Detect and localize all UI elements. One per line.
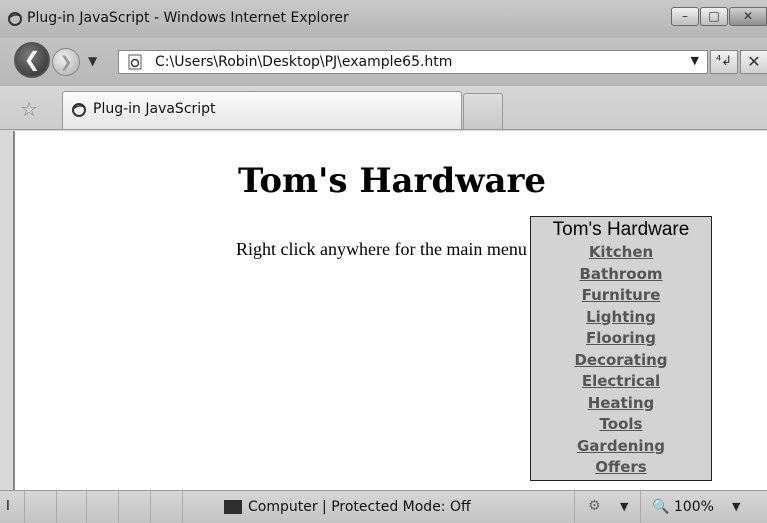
menu-item-electrical[interactable]: Electrical	[531, 371, 711, 393]
ie-tab-icon	[72, 103, 86, 117]
recent-pages-dropdown[interactable]: ▼	[88, 54, 97, 68]
context-menu: Tom's Hardware Kitchen Bathroom Furnitur…	[530, 216, 712, 481]
window-controls: – □ ✕	[670, 7, 767, 26]
status-text: I	[6, 499, 10, 514]
stop-button[interactable]: ✕	[740, 50, 767, 74]
close-button[interactable]: ✕	[729, 7, 767, 26]
back-button[interactable]: ❮	[14, 42, 50, 78]
context-menu-title: Tom's Hardware	[552, 219, 690, 240]
page-heading: Tom's Hardware	[237, 161, 547, 201]
back-arrow-icon: ❮	[23, 47, 41, 71]
favorites-star-icon[interactable]: ☆	[20, 97, 38, 121]
status-divider	[150, 491, 151, 523]
refresh-button[interactable]: ⁴↲	[710, 50, 738, 74]
tab-title: Plug-in JavaScript	[93, 101, 216, 117]
security-zone[interactable]: Computer | Protected Mode: Off	[248, 499, 471, 515]
status-divider	[574, 491, 575, 523]
browser-window: Plug-in JavaScript - Windows Internet Ex…	[0, 0, 767, 523]
status-divider	[56, 491, 57, 523]
menu-item-heating[interactable]: Heating	[531, 393, 711, 415]
tab-bar: ☆ Plug-in JavaScript	[0, 86, 767, 130]
menu-item-furniture[interactable]: Furniture	[531, 285, 711, 307]
status-divider	[86, 491, 87, 523]
new-tab-button[interactable]	[463, 93, 503, 129]
menu-item-decorating[interactable]: Decorating	[531, 350, 711, 372]
menu-item-offers[interactable]: Offers	[531, 457, 711, 479]
ie-logo-icon	[8, 12, 22, 26]
status-divider	[118, 491, 119, 523]
maximize-button[interactable]: □	[700, 7, 728, 26]
menu-item-tools[interactable]: Tools	[531, 414, 711, 436]
zoom-level[interactable]: 🔍 100%	[652, 499, 714, 515]
status-divider	[640, 491, 641, 523]
page-icon	[128, 54, 142, 70]
menu-item-bathroom[interactable]: Bathroom	[531, 264, 711, 286]
url-text: C:\Users\Robin\Desktop\PJ\example65.htm	[155, 54, 453, 70]
page-content[interactable]: Tom's Hardware Right click anywhere for …	[13, 131, 767, 490]
status-divider	[182, 491, 183, 523]
status-bar: I Computer | Protected Mode: Off ⚙ ▼ 🔍 1…	[0, 490, 767, 523]
zoom-dropdown-icon[interactable]: ▼	[732, 500, 740, 513]
minimize-button[interactable]: –	[671, 7, 699, 26]
status-divider	[24, 491, 25, 523]
address-dropdown-icon[interactable]: ▼	[691, 54, 699, 67]
menu-item-gardening[interactable]: Gardening	[531, 436, 711, 458]
address-bar[interactable]: C:\Users\Robin\Desktop\PJ\example65.htm …	[118, 50, 708, 74]
menu-item-kitchen[interactable]: Kitchen	[531, 242, 711, 264]
menu-item-lighting[interactable]: Lighting	[531, 307, 711, 329]
navigation-bar: ❮ ❯ ▼ C:\Users\Robin\Desktop\PJ\example6…	[0, 38, 767, 86]
title-bar: Plug-in JavaScript - Windows Internet Ex…	[0, 0, 767, 38]
minimize-icon: –	[682, 9, 688, 23]
close-icon: ✕	[742, 9, 754, 23]
forward-arrow-icon: ❯	[59, 53, 73, 71]
addons-dropdown-icon[interactable]: ▼	[620, 500, 628, 513]
instruction-text: Right click anywhere for the main menu	[236, 239, 527, 259]
refresh-icon: ⁴↲	[715, 54, 733, 69]
menu-item-flooring[interactable]: Flooring	[531, 328, 711, 350]
tab-plug-in-javascript[interactable]: Plug-in JavaScript	[62, 91, 462, 129]
forward-button[interactable]: ❯	[52, 48, 80, 76]
computer-zone-icon	[224, 500, 242, 514]
maximize-icon: □	[708, 9, 720, 23]
manage-addons-icon[interactable]: ⚙	[588, 498, 601, 514]
window-title: Plug-in JavaScript - Windows Internet Ex…	[27, 10, 349, 26]
stop-icon: ✕	[747, 52, 761, 71]
